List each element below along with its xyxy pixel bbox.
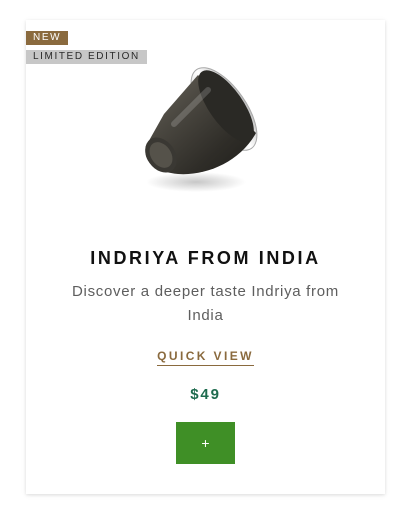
product-description: Discover a deeper taste Indriya from Ind… xyxy=(72,283,339,324)
quick-view-link[interactable]: QUICK VIEW xyxy=(157,349,254,366)
add-to-cart-button[interactable]: + xyxy=(176,422,235,464)
limited-edition-badge: LIMITED EDITION xyxy=(26,50,147,64)
product-title: INDRIYA FROM INDIA xyxy=(90,248,321,268)
new-badge: NEW xyxy=(26,31,69,45)
coffee-capsule-image[interactable] xyxy=(134,54,274,204)
quick-view-container: QUICK VIEW xyxy=(26,347,385,366)
product-card: NEW LIMITED EDITION INDRIYA FROM INDIA D… xyxy=(26,20,385,494)
product-price: $49 xyxy=(190,386,221,403)
